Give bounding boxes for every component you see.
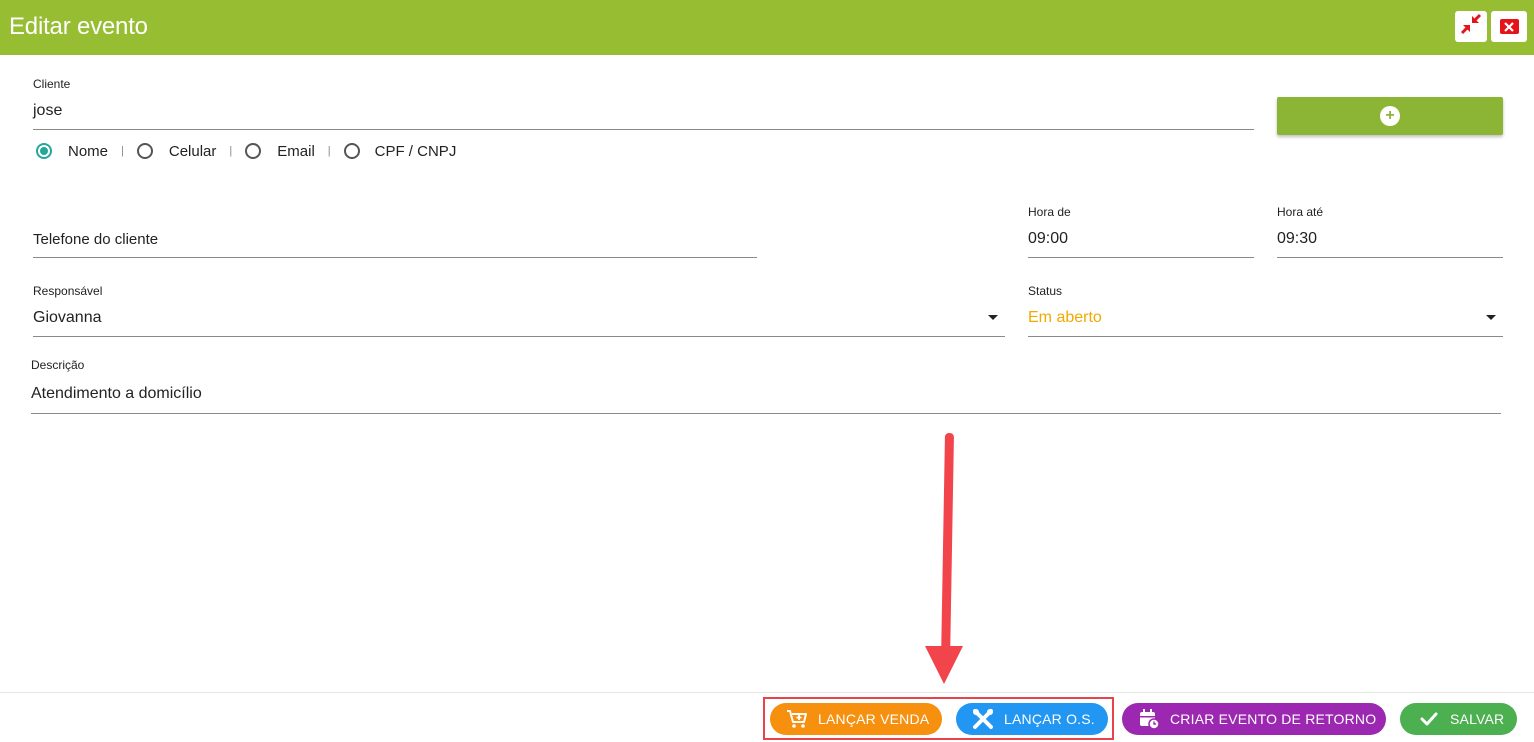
- add-client-button[interactable]: +: [1277, 97, 1503, 135]
- descricao-label: Descrição: [31, 358, 85, 372]
- responsavel-select[interactable]: Giovanna: [33, 309, 102, 327]
- minimize-arrows-icon: [1460, 13, 1482, 40]
- radio-nome[interactable]: [36, 143, 52, 159]
- radio-celular[interactable]: [136, 143, 153, 159]
- cliente-underline: [33, 129, 1254, 130]
- salvar-button[interactable]: SALVAR: [1400, 703, 1517, 735]
- annotation-arrow-head: [925, 646, 963, 684]
- title-bar: Editar evento: [0, 0, 1534, 55]
- responsavel-label: Responsável: [33, 284, 103, 298]
- calendar-clock-icon: [1138, 708, 1160, 730]
- radio-email[interactable]: [245, 143, 262, 159]
- hora-de-input[interactable]: 09:00: [1028, 230, 1068, 248]
- window-title: Editar evento: [9, 13, 148, 40]
- annotation-highlight-box: [763, 697, 1114, 740]
- separator: |: [327, 145, 331, 157]
- search-by-radio-group: Nome | Celular | Email | CPF / CNPJ: [36, 141, 456, 161]
- responsavel-underline: [33, 336, 1005, 337]
- plus-circle-icon: +: [1380, 106, 1400, 126]
- cliente-label: Cliente: [33, 77, 71, 91]
- separator: |: [229, 145, 233, 157]
- descricao-underline: [31, 413, 1501, 414]
- hora-ate-input[interactable]: 09:30: [1277, 230, 1317, 248]
- radio-nome-label[interactable]: Nome: [68, 143, 108, 160]
- telefone-input[interactable]: Telefone do cliente: [33, 231, 158, 248]
- criar-evento-retorno-button[interactable]: CRIAR EVENTO DE RETORNO: [1122, 703, 1386, 735]
- close-button[interactable]: [1491, 11, 1527, 42]
- chevron-down-icon[interactable]: [988, 315, 998, 320]
- radio-email-label[interactable]: Email: [277, 143, 315, 160]
- hora-de-underline: [1028, 257, 1254, 258]
- status-underline: [1028, 336, 1503, 337]
- status-label: Status: [1028, 284, 1063, 298]
- hora-de-label: Hora de: [1028, 205, 1071, 219]
- telefone-underline: [33, 257, 757, 258]
- criar-evento-retorno-label: CRIAR EVENTO DE RETORNO: [1170, 711, 1377, 727]
- close-icon: [1499, 19, 1519, 34]
- chevron-down-icon[interactable]: [1486, 315, 1496, 320]
- hora-ate-underline: [1277, 257, 1503, 258]
- minimize-button[interactable]: [1455, 11, 1487, 42]
- radio-cpf-cnpj[interactable]: [343, 143, 360, 159]
- radio-cpf-cnpj-label[interactable]: CPF / CNPJ: [375, 143, 457, 160]
- radio-celular-label[interactable]: Celular: [169, 143, 217, 160]
- descricao-input[interactable]: Atendimento a domicílio: [31, 385, 202, 403]
- check-icon: [1420, 711, 1438, 727]
- annotation-arrow: [941, 432, 954, 652]
- cliente-input[interactable]: jose: [33, 102, 62, 120]
- salvar-label: SALVAR: [1450, 711, 1505, 727]
- status-select[interactable]: Em aberto: [1028, 309, 1102, 327]
- hora-ate-label: Hora até: [1277, 205, 1324, 219]
- footer-divider: [0, 692, 1534, 693]
- separator: |: [121, 145, 124, 157]
